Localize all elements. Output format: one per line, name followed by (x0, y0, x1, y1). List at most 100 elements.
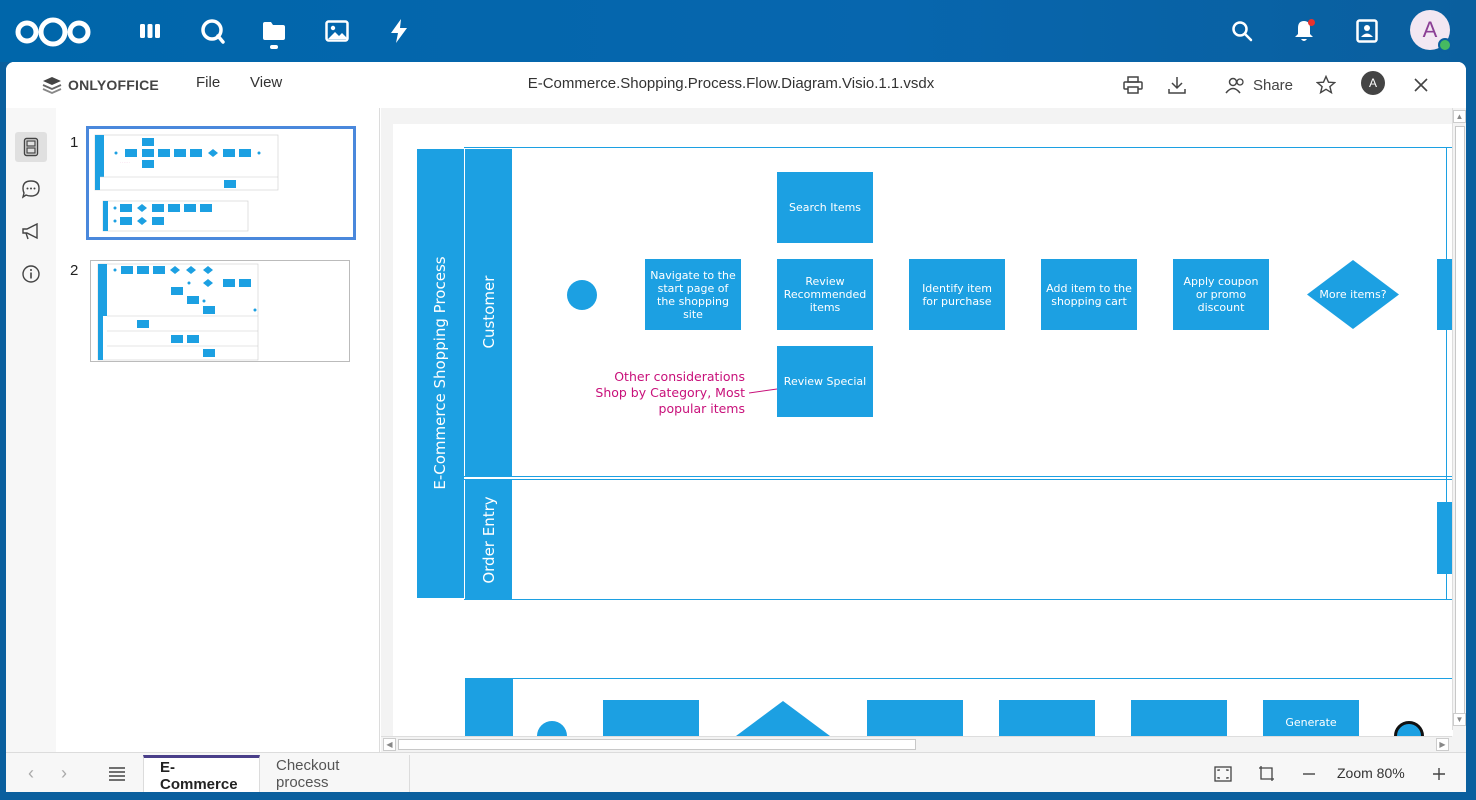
menu-lines-icon (109, 767, 125, 781)
vertical-scrollbar[interactable]: ▲ ▼ (1452, 108, 1466, 730)
nextcloud-logo-icon[interactable] (14, 16, 92, 48)
document-title: E-Commerce.Shopping.Process.Flow.Diagram… (527, 75, 935, 92)
files-icon[interactable] (258, 15, 290, 49)
pool-top-border (464, 147, 1453, 148)
shape-navigate-start-page[interactable]: Navigate to the start page of the shoppi… (645, 259, 741, 330)
download-icon (1168, 77, 1186, 94)
about-button[interactable] (15, 259, 47, 289)
notifications-bell-icon[interactable] (1287, 14, 1321, 48)
pool-label: E-Commerce Shopping Process (430, 256, 449, 490)
scroll-down-icon[interactable]: ▼ (1453, 713, 1466, 726)
editor-header: ONLYOFFICE File View E-Commerce.Shopping… (6, 62, 1466, 108)
comments-icon (21, 180, 40, 199)
annotation-connector (749, 388, 778, 394)
fit-to-width-button[interactable] (1256, 763, 1278, 785)
shape-identify-item[interactable]: Identify item for purchase (909, 259, 1005, 330)
status-bar: ‹ › E-Commerce Checkout process Zoom 80% (6, 752, 1466, 792)
page-thumbnail-2[interactable] (90, 260, 350, 362)
menu-file[interactable]: File (196, 74, 220, 91)
lane-order-entry-header[interactable]: Order Entry (465, 480, 512, 599)
lane-customer-header[interactable]: Customer (465, 149, 512, 476)
print-icon (1123, 76, 1143, 94)
pool-bottom-border (464, 599, 1453, 600)
photos-icon[interactable] (321, 15, 353, 47)
download-button[interactable] (1163, 71, 1191, 99)
lane-divider (464, 476, 1453, 477)
sheet-tab-ecommerce[interactable]: E-Commerce (143, 755, 260, 792)
second-shape[interactable] (867, 700, 963, 736)
second-pool-top-border (465, 678, 1453, 679)
favorite-button[interactable] (1312, 71, 1340, 99)
onlyoffice-editor: ONLYOFFICE File View E-Commerce.Shopping… (6, 62, 1466, 792)
shape-generate[interactable]: Generate (1263, 700, 1359, 736)
shape-order-entry-offscreen[interactable] (1437, 502, 1453, 574)
scroll-up-icon[interactable]: ▲ (1453, 110, 1466, 123)
shape-review-special[interactable]: Review Special (777, 346, 873, 417)
annotation-line: Shop by Category, Most (595, 385, 745, 400)
share-label: Share (1252, 76, 1294, 94)
fit-to-page-button[interactable] (1212, 763, 1234, 785)
shape-search-items[interactable]: Search Items (777, 172, 873, 243)
editor-user-initial: A (1368, 76, 1377, 90)
annotation-line: popular items (658, 401, 745, 416)
onlyoffice-logo[interactable]: ONLYOFFICE (42, 74, 159, 96)
second-end-circle[interactable] (1394, 721, 1424, 736)
onlyoffice-brand: ONLYOFFICE (68, 77, 159, 93)
zoom-out-button[interactable] (1298, 763, 1320, 785)
nextcloud-header: A (0, 0, 1476, 62)
shape-apply-coupon[interactable]: Apply coupon or promo discount (1173, 259, 1269, 330)
info-icon (22, 265, 40, 283)
start-event-circle[interactable] (567, 280, 597, 310)
activity-icon[interactable] (383, 15, 415, 47)
pages-icon (23, 137, 39, 157)
feedback-button[interactable] (15, 217, 47, 247)
shape-review-recommended[interactable]: Review Recommended items (777, 259, 873, 330)
shape-add-to-cart[interactable]: Add item to the shopping cart (1041, 259, 1137, 330)
horizontal-scroll-thumb[interactable] (398, 739, 916, 750)
sheet-list-button[interactable] (106, 763, 128, 785)
close-button[interactable] (1407, 71, 1435, 99)
decision-more-items[interactable]: More items? (1306, 259, 1400, 330)
lane-divider (464, 479, 1453, 480)
zoom-in-button[interactable] (1428, 763, 1450, 785)
share-button[interactable]: Share (1216, 71, 1302, 99)
pool-header[interactable]: E-Commerce Shopping Process (417, 149, 464, 598)
second-shape[interactable] (1131, 700, 1227, 736)
print-button[interactable] (1119, 71, 1147, 99)
thumbnails-panel: 1 · · · · · · 2 (56, 108, 380, 752)
scroll-right-icon[interactable]: ▶ (1436, 738, 1449, 751)
scroll-left-icon[interactable]: ◀ (383, 738, 396, 751)
user-avatar[interactable]: A (1410, 10, 1452, 52)
lane-customer-label: Customer (479, 275, 498, 349)
talk-icon[interactable] (196, 15, 228, 47)
left-toolbar (6, 108, 56, 752)
next-sheet-icon[interactable]: › (61, 763, 67, 784)
diagram-page[interactable]: E-Commerce Shopping Process Customer Ord… (393, 124, 1453, 736)
megaphone-icon (22, 223, 38, 240)
thumbnail-number: 2 (70, 262, 79, 279)
second-start-circle[interactable] (537, 721, 567, 736)
sheet-tab-checkout[interactable]: Checkout process (260, 755, 410, 792)
search-icon[interactable] (1225, 14, 1259, 48)
comments-button[interactable] (15, 174, 47, 204)
second-shape[interactable] (603, 700, 699, 736)
prev-sheet-icon[interactable]: ‹ (28, 763, 34, 784)
horizontal-scrollbar[interactable]: ◀ ▶ (381, 736, 1452, 752)
vertical-scroll-thumb[interactable] (1455, 126, 1465, 716)
diagram-canvas-area[interactable]: E-Commerce Shopping Process Customer Ord… (381, 108, 1466, 752)
dashboard-icon[interactable] (134, 15, 166, 47)
editor-user-avatar[interactable]: A (1361, 71, 1385, 95)
second-decision[interactable] (735, 700, 831, 736)
second-shape[interactable] (999, 700, 1095, 736)
pages-panel-button[interactable] (15, 132, 47, 162)
onlyoffice-layers-icon (42, 77, 62, 94)
fit-width-icon (1259, 766, 1274, 781)
page-thumbnail-1[interactable]: · · · · · · (86, 126, 356, 240)
zoom-level[interactable]: Zoom 80% (1337, 765, 1405, 781)
shape-offscreen-right[interactable] (1437, 259, 1453, 330)
menu-view[interactable]: View (250, 74, 282, 91)
second-pool-header[interactable] (465, 679, 513, 736)
decision-label: More items? (1319, 288, 1387, 301)
close-icon (1414, 78, 1428, 92)
contacts-icon[interactable] (1350, 14, 1384, 48)
